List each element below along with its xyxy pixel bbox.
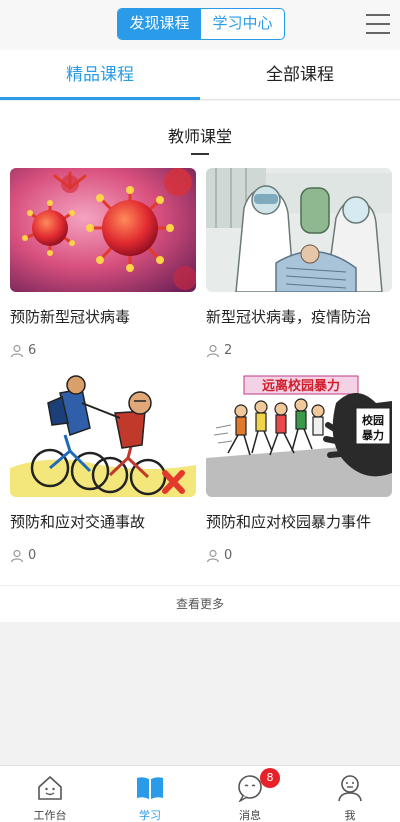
view-switcher: 发现课程 学习中心 bbox=[117, 8, 285, 40]
learner-count: 0 bbox=[206, 548, 392, 563]
nav-label: 我 bbox=[344, 809, 356, 822]
cyclists-illustration bbox=[10, 373, 196, 497]
learner-count-value: 0 bbox=[28, 548, 37, 563]
course-card[interactable]: 预防新型冠状病毒 6 bbox=[10, 168, 196, 358]
hamburger-icon[interactable] bbox=[366, 14, 390, 36]
course-card[interactable]: 预防和应对交通事故 0 bbox=[10, 373, 196, 563]
active-tab-indicator bbox=[0, 97, 200, 100]
course-title: 新型冠状病毒，疫情防治 bbox=[206, 308, 372, 326]
course-section: 教师课堂 预防新型冠状病毒 6 新型冠状病毒，疫情防治 2 预防和应对交通事故 … bbox=[0, 101, 400, 621]
nav-item-workbench[interactable]: 工作台 bbox=[0, 766, 100, 822]
course-title: 预防和应对校园暴力事件 bbox=[206, 513, 372, 531]
unread-badge: 8 bbox=[260, 768, 280, 788]
segment-discover-courses[interactable]: 发现课程 bbox=[118, 9, 201, 39]
nav-label: 工作台 bbox=[33, 809, 67, 822]
illustration-banner-text: 远离校园暴力 bbox=[262, 378, 340, 394]
medical-staff-illustration bbox=[206, 168, 392, 292]
nav-item-study[interactable]: 学习 bbox=[100, 766, 200, 822]
section-title: 教师课堂 bbox=[167, 127, 232, 146]
book-icon bbox=[137, 777, 163, 799]
person-icon bbox=[10, 344, 24, 357]
learner-count: 0 bbox=[10, 548, 196, 563]
course-card[interactable]: 远离校园暴力 校园 暴力 预防和应对校园暴力事件 0 bbox=[206, 373, 392, 563]
learner-count: 2 bbox=[206, 343, 392, 358]
user-icon bbox=[338, 775, 362, 802]
learner-count-value: 6 bbox=[28, 343, 37, 358]
home-icon bbox=[38, 776, 62, 800]
course-card[interactable]: 新型冠状病毒，疫情防治 2 bbox=[206, 168, 392, 358]
learner-count-value: 0 bbox=[224, 548, 233, 563]
course-title: 预防和应对交通事故 bbox=[10, 513, 146, 531]
learner-count-value: 2 bbox=[224, 343, 233, 358]
tab-featured-courses[interactable]: 精品课程 bbox=[0, 50, 200, 100]
nav-label: 消息 bbox=[239, 809, 261, 822]
person-icon bbox=[206, 549, 220, 562]
view-more-button[interactable]: 查看更多 bbox=[0, 585, 400, 622]
top-bar: 发现课程 学习中心 bbox=[0, 0, 400, 50]
learner-count: 6 bbox=[10, 343, 196, 358]
virus-illustration bbox=[10, 168, 196, 292]
segment-learning-center[interactable]: 学习中心 bbox=[201, 9, 284, 39]
person-icon bbox=[10, 549, 24, 562]
nav-label: 学习 bbox=[139, 809, 161, 822]
school-violence-illustration: 远离校园暴力 校园 暴力 bbox=[206, 373, 392, 497]
course-title: 预防新型冠状病毒 bbox=[10, 308, 131, 326]
person-icon bbox=[206, 344, 220, 357]
illustration-side-text-1: 校园 bbox=[362, 413, 384, 427]
illustration-side-text-2: 暴力 bbox=[361, 428, 384, 442]
course-tabs: 精品课程 全部课程 bbox=[0, 50, 400, 100]
nav-item-messages[interactable]: 8 消息 bbox=[200, 766, 300, 822]
tab-all-courses[interactable]: 全部课程 bbox=[200, 50, 400, 100]
nav-item-me[interactable]: 我 bbox=[300, 766, 400, 822]
section-title-underline bbox=[191, 153, 209, 155]
bottom-navigation: 工作台 学习 8 消息 我 bbox=[0, 765, 400, 822]
